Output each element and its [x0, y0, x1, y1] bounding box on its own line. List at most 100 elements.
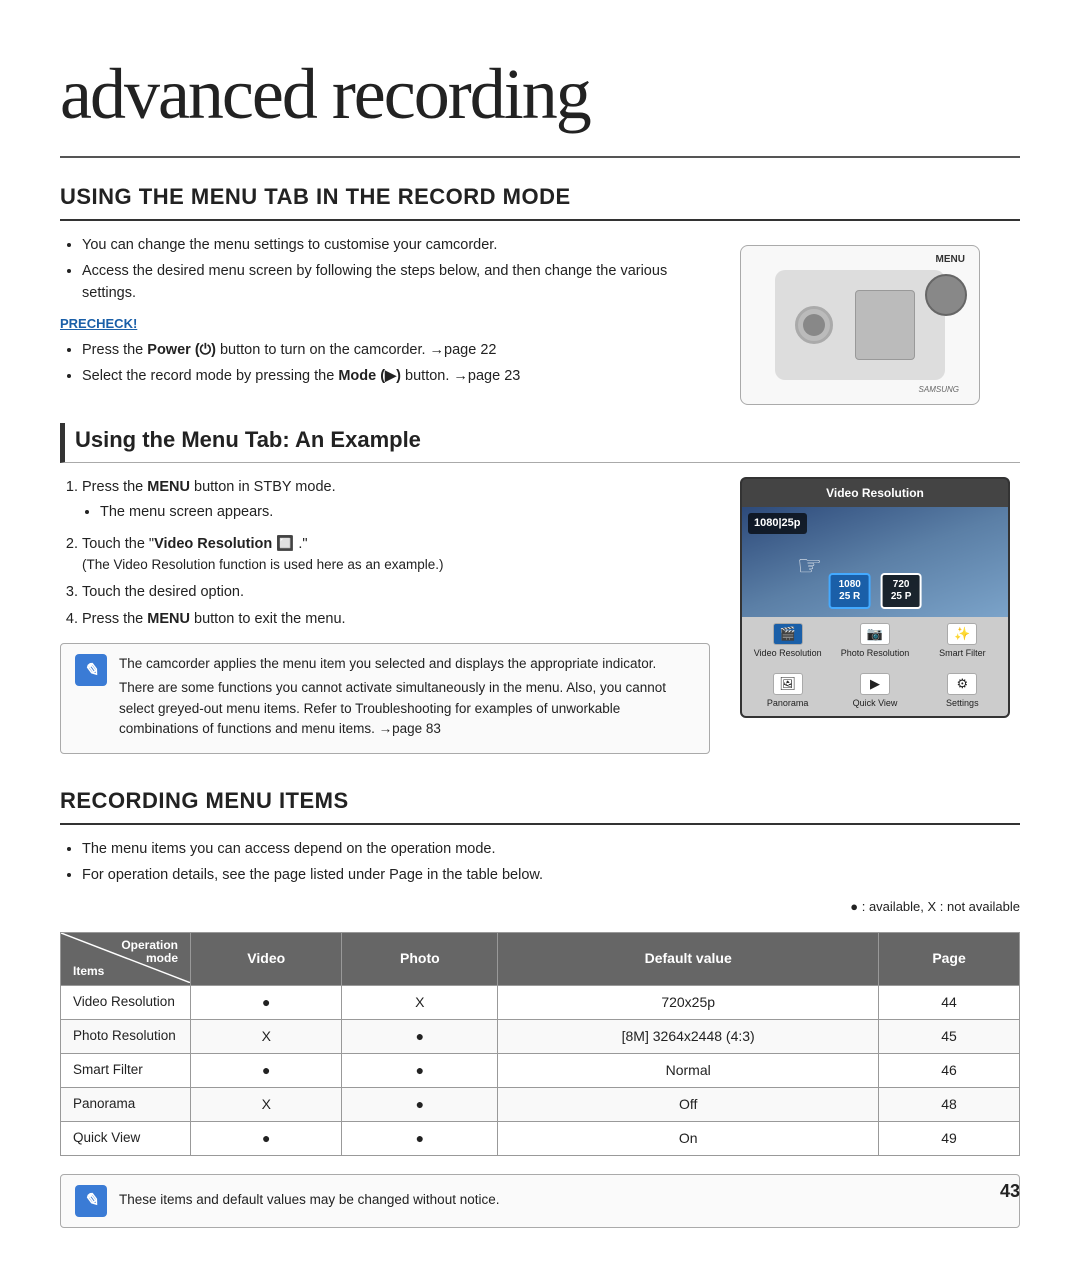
cell-item: Panorama — [61, 1087, 191, 1121]
col-header-default: Default value — [498, 933, 879, 986]
precheck-label: PRECHECK! — [60, 314, 710, 334]
availability-note: ● : available, X : not available — [60, 897, 1020, 917]
ui-icon-settings[interactable]: ⚙ Settings — [921, 673, 1004, 711]
ui-icon-photo-resolution[interactable]: 📷 Photo Resolution — [833, 623, 916, 661]
touch-indicator: ☞ — [797, 545, 822, 587]
bottom-note-text: These items and default values may be ch… — [119, 1190, 499, 1210]
cell-video: X — [191, 1087, 342, 1121]
cell-item: Video Resolution — [61, 985, 191, 1019]
cell-item: Photo Resolution — [61, 1019, 191, 1053]
camera-brand-label: SAMSUNG — [919, 384, 959, 396]
section1-bullets: You can change the menu settings to cust… — [60, 235, 710, 304]
video-ui-screenshot: Video Resolution 1080|25p ☞ 108025 R 720… — [740, 477, 1020, 766]
cell-photo: ● — [342, 1019, 498, 1053]
table-row: Video Resolution ● X 720x25p 44 — [61, 985, 1020, 1019]
cell-default: On — [498, 1121, 879, 1155]
section1-content: You can change the menu settings to cust… — [60, 235, 710, 405]
table-row: Smart Filter ● ● Normal 46 — [61, 1053, 1020, 1087]
note-line-1: The camcorder applies the menu item you … — [119, 654, 695, 674]
ui-icon-smart-filter[interactable]: ✨ Smart Filter — [921, 623, 1004, 661]
list-item: You can change the menu settings to cust… — [82, 235, 710, 257]
camera-diagram: MENU SAMSUNG — [740, 245, 980, 405]
table-row: Panorama X ● Off 48 — [61, 1087, 1020, 1121]
step-1-sub: The menu screen appears. — [100, 502, 710, 524]
col-header-video: Video — [191, 933, 342, 986]
list-item: The menu items you can access depend on … — [82, 839, 1020, 861]
section2-heading: Using the Menu Tab: An Example — [60, 423, 1020, 463]
section-menu-example: Using the Menu Tab: An Example Press the… — [60, 423, 1020, 766]
table-header-items: Items — [73, 965, 178, 978]
camera-lens-icon — [795, 306, 833, 344]
precheck-bullets: Press the Power (⏻) button to turn on th… — [60, 340, 710, 388]
camera-image-area: MENU SAMSUNG — [740, 235, 1020, 405]
bottom-note: ✎ These items and default values may be … — [60, 1174, 1020, 1228]
cell-video: X — [191, 1019, 342, 1053]
cell-page: 45 — [879, 1019, 1020, 1053]
cell-page: 46 — [879, 1053, 1020, 1087]
video-ui-header-label: Video Resolution — [742, 479, 1008, 507]
photo-resolution-icon: 📷 — [860, 623, 890, 645]
col-header-photo: Photo — [342, 933, 498, 986]
note-box: ✎ The camcorder applies the menu item yo… — [60, 643, 710, 754]
settings-icon: ⚙ — [947, 673, 977, 695]
step-4: Press the MENU button to exit the menu. — [82, 609, 710, 631]
section2-steps-area: Press the MENU button in STBY mode. The … — [60, 477, 710, 766]
section3-bullets: The menu items you can access depend on … — [60, 839, 1020, 887]
cell-photo: X — [342, 985, 498, 1019]
cell-photo: ● — [342, 1087, 498, 1121]
list-item: Access the desired menu screen by follow… — [82, 261, 710, 305]
camera-menu-button — [925, 274, 967, 316]
cell-photo: ● — [342, 1053, 498, 1087]
video-ui-screen: 1080|25p ☞ 108025 R 72025 P — [742, 507, 1008, 617]
cell-item: Smart Filter — [61, 1053, 191, 1087]
page-number: 43 — [1000, 1178, 1020, 1205]
camera-screen — [855, 290, 915, 360]
recording-menu-table: Operationmode Items Video Photo Default … — [60, 932, 1020, 1156]
video-resolution-icon: 🎬 — [773, 623, 803, 645]
panorama-icon: 🖼 — [773, 673, 803, 695]
camera-body — [775, 270, 945, 380]
step-1: Press the MENU button in STBY mode. The … — [82, 477, 710, 524]
cell-default: Off — [498, 1087, 879, 1121]
col-header-page: Page — [879, 933, 1020, 986]
note-line-2: There are some functions you cannot acti… — [119, 678, 695, 739]
section-recording-menu: RECORDING MENU ITEMS The menu items you … — [60, 784, 1020, 1228]
section-menu-tab: USING THE MENU TAB IN THE RECORD MODE Yo… — [60, 180, 1020, 405]
video-ui-icon-bar-2: 🖼 Panorama ▶ Quick View ⚙ Settings — [742, 667, 1008, 717]
cell-page: 49 — [879, 1121, 1020, 1155]
camera-lens-inner — [803, 314, 825, 336]
cell-default: [8M] 3264x2448 (4:3) — [498, 1019, 879, 1053]
section1-heading: USING THE MENU TAB IN THE RECORD MODE — [60, 180, 1020, 221]
section3-heading: RECORDING MENU ITEMS — [60, 784, 1020, 825]
steps-list: Press the MENU button in STBY mode. The … — [60, 477, 710, 631]
table-row: Photo Resolution X ● [8M] 3264x2448 (4:3… — [61, 1019, 1020, 1053]
bottom-note-icon: ✎ — [75, 1185, 107, 1217]
step-3: Touch the desired option. — [82, 582, 710, 604]
ui-icon-video-resolution[interactable]: 🎬 Video Resolution — [746, 623, 829, 661]
ui-icon-panorama[interactable]: 🖼 Panorama — [746, 673, 829, 711]
cell-default: Normal — [498, 1053, 879, 1087]
page-title: advanced recording — [60, 40, 1020, 158]
cell-photo: ● — [342, 1121, 498, 1155]
resolution-badge: 1080|25p — [748, 513, 807, 534]
camera-menu-label: MENU — [936, 252, 965, 267]
cell-item: Quick View — [61, 1121, 191, 1155]
ui-icon-quick-view[interactable]: ▶ Quick View — [833, 673, 916, 711]
resolution-options: 108025 R 72025 P — [829, 573, 922, 609]
quick-view-icon: ▶ — [860, 673, 890, 695]
video-ui-icon-bar: 🎬 Video Resolution 📷 Photo Resolution ✨ … — [742, 617, 1008, 667]
res-option-720[interactable]: 72025 P — [881, 573, 922, 609]
table-header-diagonal: Operationmode Items — [61, 933, 191, 986]
cell-video: ● — [191, 1121, 342, 1155]
cell-page: 48 — [879, 1087, 1020, 1121]
table-header-operation: Operationmode — [73, 939, 178, 965]
list-item: Select the record mode by pressing the M… — [82, 366, 710, 388]
note-icon: ✎ — [75, 654, 107, 686]
table-row: Quick View ● ● On 49 — [61, 1121, 1020, 1155]
note-content: The camcorder applies the menu item you … — [119, 654, 695, 743]
cell-default: 720x25p — [498, 985, 879, 1019]
res-option-1080[interactable]: 108025 R — [829, 573, 871, 609]
list-item: Press the Power (⏻) button to turn on th… — [82, 340, 710, 362]
smart-filter-icon: ✨ — [947, 623, 977, 645]
video-resolution-ui: Video Resolution 1080|25p ☞ 108025 R 720… — [740, 477, 1010, 718]
